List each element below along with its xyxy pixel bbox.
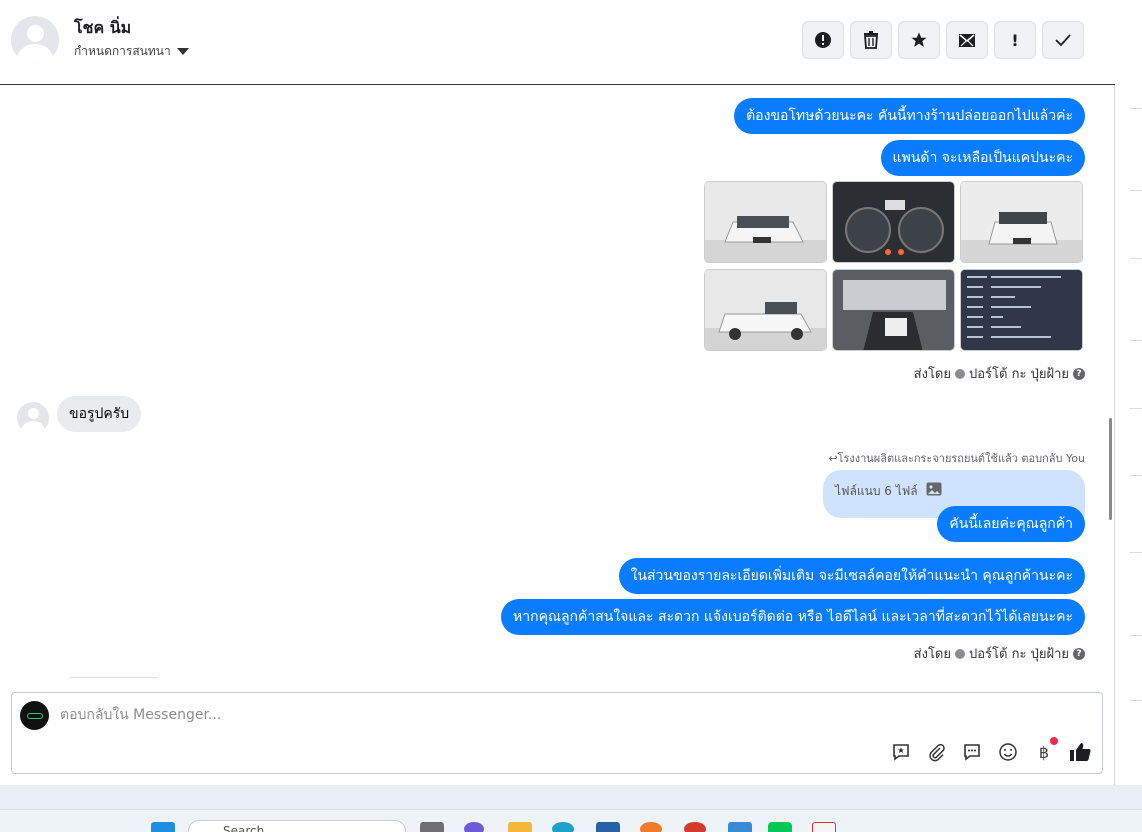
contact-avatar[interactable] bbox=[11, 16, 59, 64]
verified-icon bbox=[955, 368, 965, 379]
line-app-icon[interactable] bbox=[768, 822, 792, 832]
conversation-header: โชค นิ่ม กำหนดการสนทนา ! bbox=[0, 0, 1115, 85]
like-icon bbox=[1070, 743, 1091, 761]
messenger-inbox-window: โชค นิ่ม กำหนดการสนทนา ! ต้องขอโทษด้วยนะ… bbox=[0, 0, 1115, 785]
reply-context: ↩โรงงานผลิตและกระจายรถยนต์ใช้แล้ว ตอบกลั… bbox=[828, 452, 1085, 465]
emoji-icon bbox=[999, 743, 1017, 761]
outgoing-message[interactable]: หากคุณลูกค้าสนใจและ สะดวก แจ้งเบอร์ติดต่… bbox=[501, 599, 1085, 635]
attachment-icon bbox=[929, 743, 945, 762]
baht-icon: ฿ bbox=[1038, 742, 1050, 762]
calendar-app-icon[interactable] bbox=[728, 822, 752, 832]
follow-up-icon: ! bbox=[1011, 30, 1019, 50]
chrome-icon[interactable] bbox=[684, 822, 706, 832]
document-app-icon[interactable] bbox=[812, 822, 836, 832]
reply-composer: ฿ bbox=[11, 692, 1103, 774]
divider bbox=[70, 677, 158, 680]
scrollbar-thumb[interactable] bbox=[1109, 418, 1112, 520]
taskbar: Search bbox=[0, 809, 1142, 832]
star-button[interactable] bbox=[898, 21, 940, 59]
sent-by-info: ส่งโดย ปอร์โต้ กะ ปุ่ยฝ้าย ? bbox=[914, 363, 1085, 384]
outgoing-message[interactable]: แพนด้า จะเหลือเป็นแคปนะคะ bbox=[880, 140, 1085, 176]
help-icon[interactable]: ? bbox=[1073, 367, 1085, 380]
edge-icon[interactable] bbox=[552, 822, 574, 832]
mark-done-button[interactable] bbox=[1042, 21, 1084, 59]
sent-by-name[interactable]: ปอร์โต้ กะ ปุ่ยฝ้าย bbox=[969, 363, 1069, 384]
saved-reply-button[interactable] bbox=[889, 740, 913, 764]
sent-by-label: ส่งโดย bbox=[913, 647, 951, 662]
car-photo-interior[interactable] bbox=[832, 269, 955, 351]
page-avatar bbox=[20, 701, 49, 730]
mark-unread-button[interactable] bbox=[946, 21, 988, 59]
sent-by-info: ส่งโดย ปอร์โต้ กะ ปุ่ยฝ้าย ? bbox=[914, 643, 1085, 664]
check-icon bbox=[1055, 34, 1071, 47]
outgoing-message[interactable]: ในส่วนของรายละเอียดเพิ่มเติม จะมีเซลล์คอ… bbox=[618, 558, 1085, 594]
teams-icon[interactable] bbox=[464, 822, 484, 832]
customer-avatar[interactable] bbox=[17, 402, 49, 434]
taskbar-search-text: Search bbox=[223, 824, 265, 832]
car-photo-side[interactable] bbox=[704, 269, 827, 351]
emoji-button[interactable] bbox=[996, 740, 1020, 764]
notification-dot bbox=[1050, 737, 1058, 745]
outgoing-message[interactable]: คันนี้เลยค่ะคุณลูกค้า bbox=[937, 506, 1085, 542]
sent-by-name[interactable]: ปอร์โต้ กะ ปุ่ยฝ้าย bbox=[969, 643, 1069, 664]
chat-bubble-icon bbox=[964, 744, 980, 761]
store-icon[interactable] bbox=[596, 822, 620, 832]
car-photo-dashboard[interactable] bbox=[832, 181, 955, 263]
firefox-icon[interactable] bbox=[640, 822, 662, 832]
saved-reply-icon bbox=[893, 744, 909, 761]
desktop-gap bbox=[0, 785, 1142, 809]
task-view-icon[interactable] bbox=[420, 822, 444, 832]
car-photo-front-2[interactable] bbox=[960, 181, 1083, 263]
help-icon[interactable]: ? bbox=[1073, 647, 1085, 660]
incoming-message[interactable]: ขอรูปครับ bbox=[57, 396, 142, 432]
star-icon bbox=[911, 32, 927, 47]
attachment-count: ไฟล์แนบ 6 ไฟล์ bbox=[835, 484, 918, 498]
windows-start-icon[interactable] bbox=[151, 822, 175, 832]
verified-icon bbox=[955, 648, 965, 659]
attach-button[interactable] bbox=[924, 740, 948, 764]
follow-up-button[interactable]: ! bbox=[994, 21, 1036, 59]
report-icon bbox=[815, 32, 831, 48]
image-icon bbox=[926, 482, 942, 496]
contact-name[interactable]: โชค นิ่ม bbox=[74, 16, 131, 41]
background-window-edge bbox=[1116, 0, 1142, 785]
car-spec-sheet[interactable] bbox=[960, 269, 1083, 351]
mark-unread-icon bbox=[959, 34, 975, 47]
delete-button[interactable] bbox=[850, 21, 892, 59]
chevron-down-icon bbox=[176, 48, 189, 55]
schedule-label: กำหนดการสนทนา bbox=[74, 44, 171, 58]
sent-by-label: ส่งโดย bbox=[913, 367, 951, 382]
taskbar-search[interactable]: Search bbox=[188, 820, 406, 832]
trash-icon bbox=[864, 31, 878, 49]
photo-gallery bbox=[704, 181, 1085, 351]
outgoing-message[interactable]: ต้องขอโทษด้วยนะคะ คันนี้ทางร้านปล่อยออกไ… bbox=[734, 98, 1085, 134]
quick-reply-button[interactable] bbox=[960, 740, 984, 764]
reply-input[interactable] bbox=[60, 704, 860, 726]
file-explorer-icon[interactable] bbox=[508, 822, 532, 832]
schedule-conversation-dropdown[interactable]: กำหนดการสนทนา bbox=[74, 42, 189, 61]
message-thread[interactable]: ต้องขอโทษด้วยนะคะ คันนี้ทางร้านปล่อยออกไ… bbox=[0, 86, 1108, 680]
like-button[interactable] bbox=[1068, 740, 1092, 764]
car-photo-front[interactable] bbox=[704, 181, 827, 263]
report-button[interactable] bbox=[802, 21, 844, 59]
